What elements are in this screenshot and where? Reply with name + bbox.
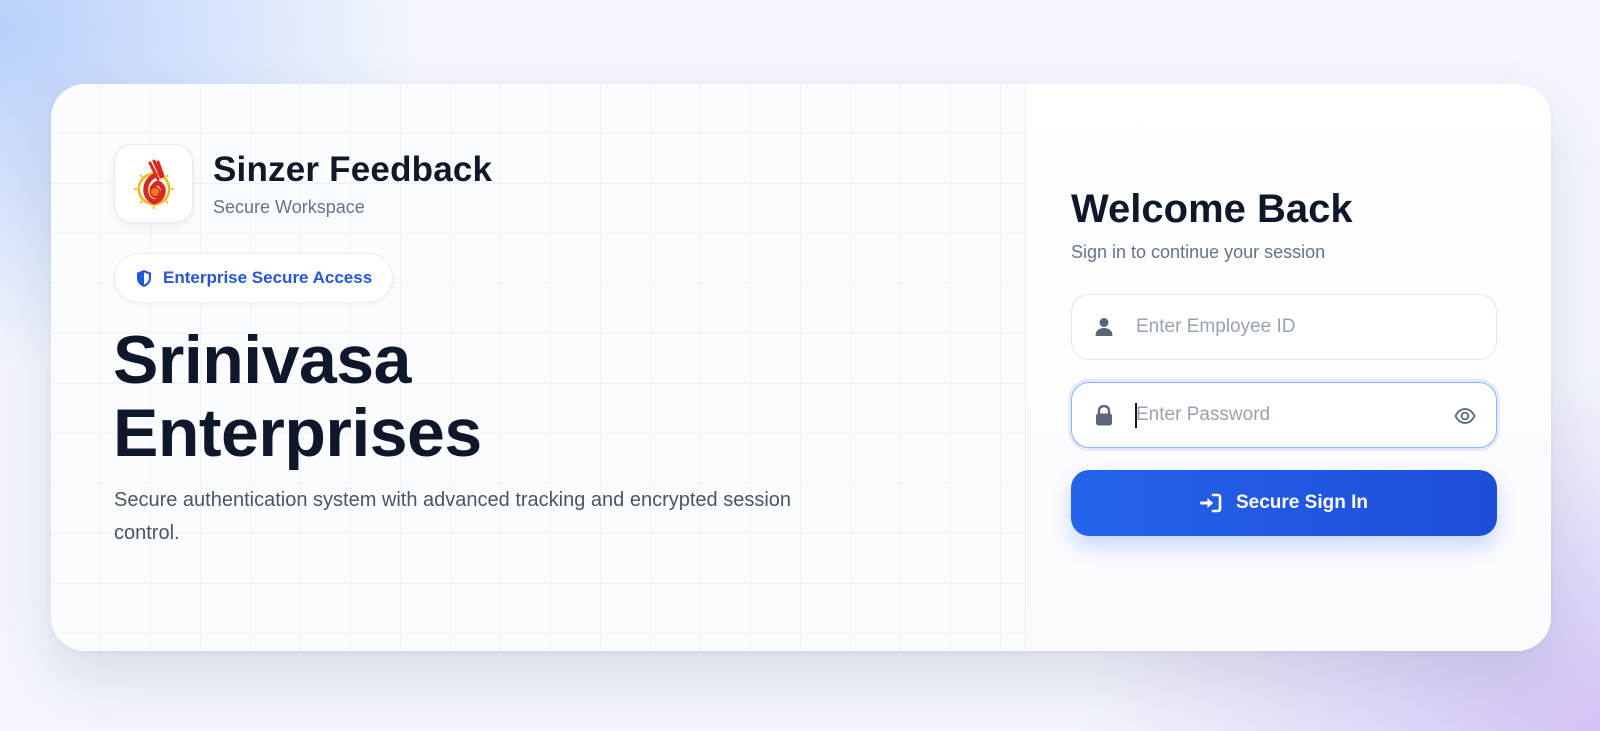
eye-icon[interactable]	[1454, 405, 1476, 427]
brand-name: Sinzer Feedback	[213, 149, 493, 189]
brand-text: Sinzer Feedback Secure Workspace	[213, 150, 492, 218]
user-icon	[1094, 317, 1114, 337]
app-logo	[114, 144, 193, 223]
brand-header: Sinzer Feedback Secure Workspace	[114, 144, 492, 223]
employee-id-field[interactable]	[1071, 294, 1497, 360]
login-card: Sinzer Feedback Secure Workspace Enterpr…	[51, 84, 1551, 651]
login-panel: Welcome Back Sign in to continue your se…	[1026, 84, 1551, 651]
security-badge: Enterprise Secure Access	[114, 253, 394, 303]
text-caret	[1135, 403, 1137, 428]
password-field[interactable]	[1071, 382, 1497, 448]
password-input[interactable]	[1136, 395, 1436, 435]
company-description: Secure authentication system with advanc…	[114, 489, 792, 544]
login-title: Welcome Back	[1071, 187, 1353, 231]
badge-label: Enterprise Secure Access	[163, 268, 373, 287]
login-subtitle: Sign in to continue your session	[1071, 242, 1326, 262]
shield-icon	[137, 269, 151, 287]
company-title: Srinivasa Enterprises	[113, 324, 482, 470]
company-title-line-2: Enterprises	[113, 395, 482, 471]
secure-sign-in-button[interactable]: Secure Sign In	[1071, 470, 1497, 536]
brand-subtitle: Secure Workspace	[213, 196, 365, 217]
employee-id-input[interactable]	[1136, 307, 1436, 347]
logo-icon	[133, 159, 174, 209]
company-title-line-1: Srinivasa	[113, 322, 411, 398]
sign-in-icon	[1200, 493, 1222, 513]
lock-icon	[1094, 404, 1114, 425]
branding-panel: Sinzer Feedback Secure Workspace Enterpr…	[51, 84, 1026, 651]
sign-in-label: Secure Sign In	[1236, 492, 1368, 513]
